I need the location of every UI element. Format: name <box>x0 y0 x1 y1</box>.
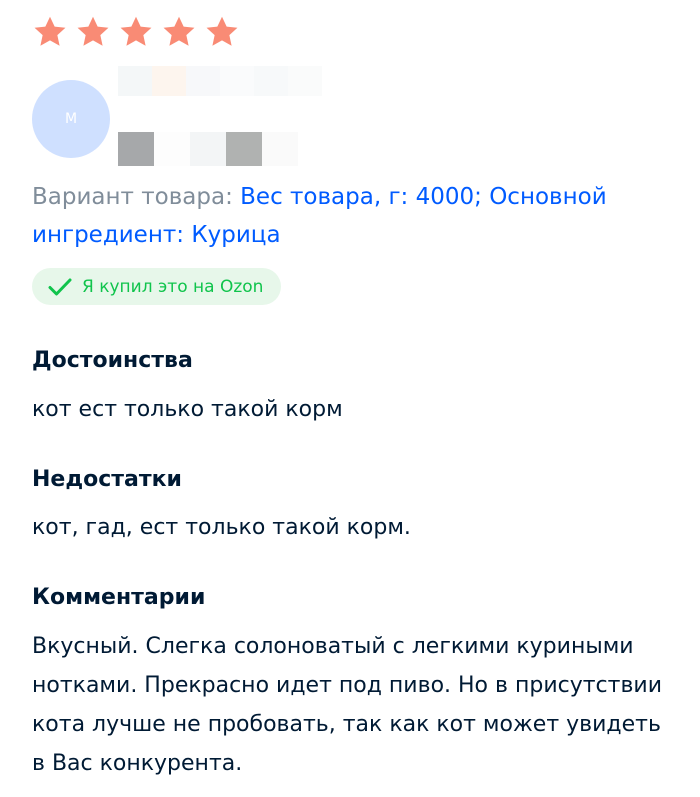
variant-label: Вариант товара: <box>32 184 241 210</box>
product-variant: Вариант товара: Вес товара, г: 4000; Осн… <box>32 178 672 254</box>
star-icon <box>118 14 154 50</box>
star-icon <box>204 14 240 50</box>
avatar[interactable]: М <box>32 80 110 158</box>
comment-text: Вкусный. Слегка солоноватый с легкими ку… <box>32 634 663 776</box>
comment-title: Комментарии <box>32 585 206 610</box>
star-icon <box>75 14 111 50</box>
star-icon <box>161 14 197 50</box>
verified-purchase-badge: Я купил это на Ozon <box>32 268 282 305</box>
pros-text: кот ест только такой корм <box>32 397 343 422</box>
avatar-initial: М <box>64 111 78 127</box>
review-date-redacted <box>118 132 298 166</box>
star-icon <box>32 14 68 50</box>
pros-title: Достоинства <box>32 348 193 373</box>
author-name-redacted <box>118 66 322 96</box>
checkmark-icon <box>48 277 72 297</box>
verified-badge-label: Я купил это на Ozon <box>82 276 264 297</box>
rating-stars <box>32 14 240 50</box>
cons-title: Недостатки <box>32 467 182 492</box>
cons-text: кот, гад, ест только такой корм. <box>32 515 411 540</box>
